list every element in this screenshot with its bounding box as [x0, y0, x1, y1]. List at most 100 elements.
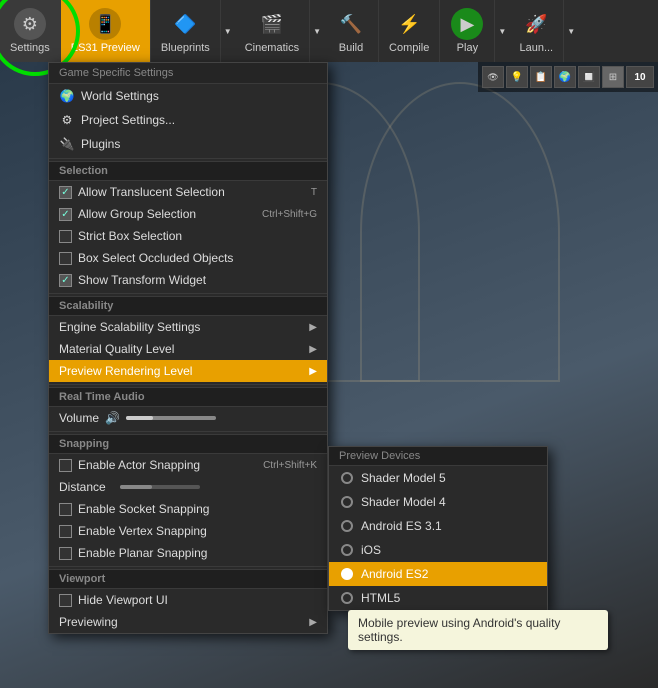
launch-icon: 🚀	[520, 8, 552, 40]
engine-scalability-label: Engine Scalability Settings	[59, 320, 200, 334]
enable-planar-item[interactable]: Enable Planar Snapping	[49, 542, 327, 564]
strict-box-checkbox[interactable]	[59, 230, 72, 243]
vp-snap-btn[interactable]: 🔲	[578, 66, 600, 88]
vp-perspective-btn[interactable]: 👁	[482, 66, 504, 88]
cinematics-dropdown-arrow[interactable]: ▼	[310, 0, 324, 62]
allow-translucent-label: Allow Translucent Selection	[78, 185, 225, 199]
ios-item[interactable]: iOS	[329, 538, 547, 562]
vp-world-btn[interactable]: 🌍	[554, 66, 576, 88]
blueprints-label: Blueprints	[161, 42, 210, 54]
blueprints-btn-group: 🔷 Blueprints ▼	[151, 0, 235, 62]
preview-rendering-submenu: Preview Devices Shader Model 5 Shader Mo…	[328, 446, 548, 611]
project-settings-item[interactable]: ⚙ Project Settings...	[49, 108, 327, 132]
enable-actor-snapping-item[interactable]: Enable Actor Snapping Ctrl+Shift+K	[49, 454, 327, 476]
ios-radio	[341, 544, 353, 556]
vp-grid-btn[interactable]: ⊞	[602, 66, 624, 88]
box-select-occluded-label: Box Select Occluded Objects	[78, 251, 233, 265]
divider-5	[49, 566, 327, 567]
plugins-label: Plugins	[81, 137, 120, 151]
project-settings-label: Project Settings...	[81, 113, 175, 127]
main-toolbar: ⚙ Settings 📱 ES31 Preview 🔷 Blueprints ▼…	[0, 0, 658, 62]
vp-lit-btn[interactable]: 💡	[506, 66, 528, 88]
box-select-occluded-checkbox[interactable]	[59, 252, 72, 265]
previewing-arrow: ▶	[309, 617, 317, 628]
distance-slider[interactable]	[120, 485, 200, 489]
volume-label: Volume	[59, 411, 99, 425]
world-settings-icon: 🌍	[59, 88, 75, 104]
show-transform-checkbox[interactable]: ✓	[59, 274, 72, 287]
material-quality-item[interactable]: Material Quality Level ▶	[49, 338, 327, 360]
world-settings-item[interactable]: 🌍 World Settings	[49, 84, 327, 108]
viewport-toolbar: 👁 💡 📋 🌍 🔲 ⊞ 10	[478, 62, 658, 92]
show-transform-item[interactable]: ✓ Show Transform Widget	[49, 269, 327, 291]
volume-slider[interactable]	[126, 416, 216, 420]
shader-model-5-label: Shader Model 5	[361, 471, 446, 485]
volume-row: Volume 🔊	[49, 407, 327, 429]
shader-model-4-item[interactable]: Shader Model 4	[329, 490, 547, 514]
divider-4	[49, 431, 327, 432]
strict-box-label: Strict Box Selection	[78, 229, 182, 243]
scalability-section-header: Scalability	[49, 296, 327, 316]
allow-group-checkbox[interactable]: ✓	[59, 208, 72, 221]
divider-1	[49, 158, 327, 159]
box-select-occluded-item[interactable]: Box Select Occluded Objects	[49, 247, 327, 269]
play-icon: ▶	[451, 8, 483, 40]
show-transform-label: Show Transform Widget	[78, 273, 206, 287]
play-dropdown-arrow[interactable]: ▼	[495, 0, 509, 62]
build-icon: 🔨	[335, 8, 367, 40]
android-es31-radio	[341, 520, 353, 532]
enable-vertex-item[interactable]: Enable Vertex Snapping	[49, 520, 327, 542]
plugins-item[interactable]: 🔌 Plugins	[49, 132, 327, 156]
allow-translucent-item[interactable]: ✓ Allow Translucent Selection T	[49, 181, 327, 203]
allow-translucent-checkbox[interactable]: ✓	[59, 186, 72, 199]
shader-model-5-item[interactable]: Shader Model 5	[329, 466, 547, 490]
divider-3	[49, 384, 327, 385]
strict-box-item[interactable]: Strict Box Selection	[49, 225, 327, 247]
ios-label: iOS	[361, 543, 381, 557]
previewing-label: Previewing	[59, 615, 118, 629]
toolbar-cinematics-button[interactable]: 🎬 Cinematics	[235, 0, 310, 62]
engine-scalability-item[interactable]: Engine Scalability Settings ▶	[49, 316, 327, 338]
enable-actor-shortcut: Ctrl+Shift+K	[263, 460, 317, 471]
enable-vertex-checkbox[interactable]	[59, 525, 72, 538]
settings-label: Settings	[10, 42, 50, 54]
es31preview-label: ES31 Preview	[71, 42, 140, 54]
android-es2-radio	[341, 568, 353, 580]
blueprints-dropdown-arrow[interactable]: ▼	[221, 0, 235, 62]
enable-socket-label: Enable Socket Snapping	[78, 502, 209, 516]
distance-row: Distance	[49, 476, 327, 498]
cinematics-label: Cinematics	[245, 42, 299, 54]
toolbar-play-button[interactable]: ▶ Play	[440, 0, 495, 62]
toolbar-es31preview-button[interactable]: 📱 ES31 Preview	[61, 0, 151, 62]
hide-viewport-ui-item[interactable]: Hide Viewport UI	[49, 589, 327, 611]
shader-model-4-radio	[341, 496, 353, 508]
toolbar-blueprints-button[interactable]: 🔷 Blueprints	[151, 0, 221, 62]
launch-label: Laun...	[519, 42, 553, 54]
vp-frame-number: 10	[626, 66, 654, 88]
cinematics-icon: 🎬	[256, 8, 288, 40]
android-es2-item[interactable]: Android ES2	[329, 562, 547, 586]
shader-model-4-label: Shader Model 4	[361, 495, 446, 509]
toolbar-launch-button[interactable]: 🚀 Laun...	[509, 0, 564, 62]
preview-rendering-item[interactable]: Preview Rendering Level ▶	[49, 360, 327, 382]
enable-actor-checkbox[interactable]	[59, 459, 72, 472]
vp-show-btn[interactable]: 📋	[530, 66, 552, 88]
android-es31-item[interactable]: Android ES 3.1	[329, 514, 547, 538]
toolbar-settings-button[interactable]: ⚙ Settings	[0, 0, 61, 62]
cinematics-btn-group: 🎬 Cinematics ▼	[235, 0, 324, 62]
world-settings-label: World Settings	[81, 89, 159, 103]
enable-socket-checkbox[interactable]	[59, 503, 72, 516]
distance-label: Distance	[59, 480, 106, 494]
html5-item[interactable]: HTML5	[329, 586, 547, 610]
preview-rendering-arrow: ▶	[309, 366, 317, 377]
previewing-item[interactable]: Previewing ▶	[49, 611, 327, 633]
play-btn-group: ▶ Play ▼	[440, 0, 509, 62]
toolbar-build-button[interactable]: 🔨 Build	[324, 0, 379, 62]
hide-viewport-checkbox[interactable]	[59, 594, 72, 607]
toolbar-compile-button[interactable]: ⚡ Compile	[379, 0, 440, 62]
launch-dropdown-arrow[interactable]: ▼	[564, 0, 578, 62]
settings-dropdown: Game Specific Settings 🌍 World Settings …	[48, 62, 328, 634]
allow-group-item[interactable]: ✓ Allow Group Selection Ctrl+Shift+G	[49, 203, 327, 225]
enable-planar-checkbox[interactable]	[59, 547, 72, 560]
enable-socket-item[interactable]: Enable Socket Snapping	[49, 498, 327, 520]
